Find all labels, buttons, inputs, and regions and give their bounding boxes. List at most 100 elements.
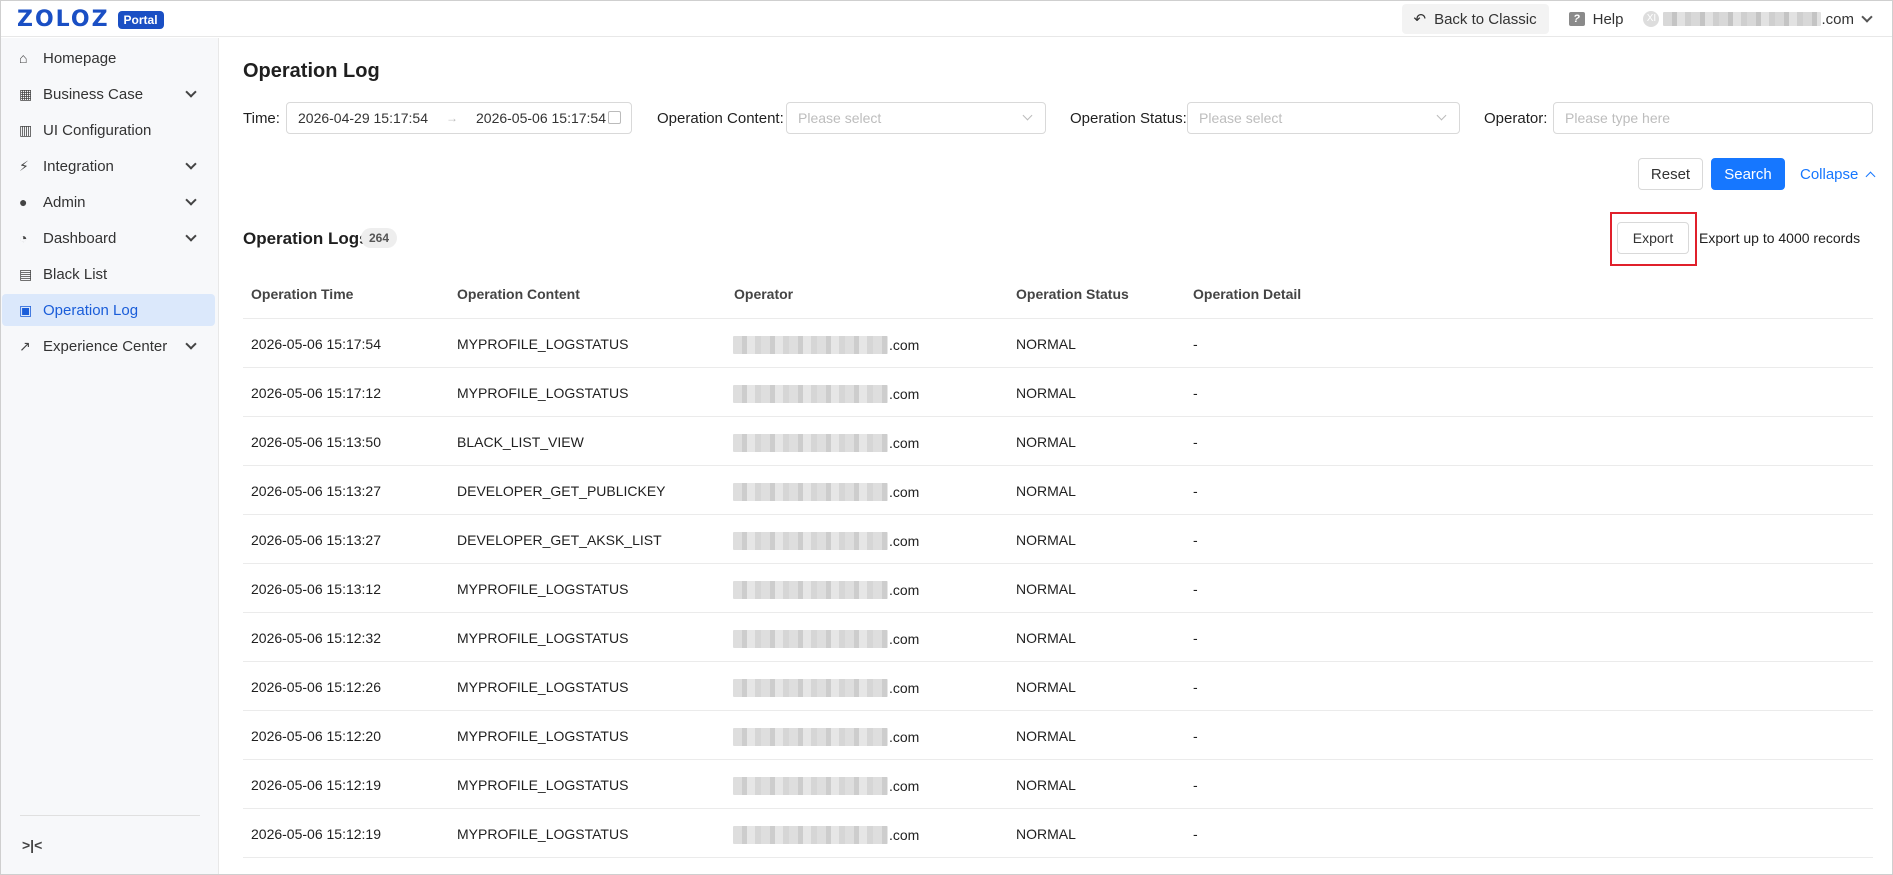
cell-detail: - — [1193, 826, 1198, 842]
cell-status: NORMAL — [1016, 434, 1076, 450]
operator-email-suffix: .com — [889, 631, 920, 647]
chart-icon: ↗ — [19, 338, 31, 354]
column-header-operator[interactable]: Operator — [734, 286, 793, 302]
search-button[interactable]: Search — [1711, 158, 1785, 190]
cell-detail: - — [1193, 434, 1198, 450]
redacted-email — [733, 630, 888, 648]
cell-time: 2026-05-06 15:12:19 — [251, 777, 381, 793]
cell-detail: - — [1193, 336, 1198, 352]
cell-detail: - — [1193, 385, 1198, 401]
portal-badge: Portal — [117, 10, 164, 29]
help-link[interactable]: ? Help — [1568, 10, 1624, 28]
cell-status: NORMAL — [1016, 728, 1076, 744]
cell-status: NORMAL — [1016, 630, 1076, 646]
cell-status: NORMAL — [1016, 483, 1076, 499]
cell-status: NORMAL — [1016, 336, 1076, 352]
redacted-email — [733, 483, 888, 501]
cell-content: MYPROFILE_LOGSTATUS — [457, 581, 629, 597]
chevron-down-icon — [1436, 110, 1447, 121]
sidebar-item-business-case[interactable]: ▦ Business Case — [2, 78, 215, 110]
redacted-email — [733, 728, 888, 746]
cell-operator: .com — [733, 777, 919, 795]
sidebar-item-integration[interactable]: ⚡ Integration — [2, 150, 215, 182]
date-start[interactable]: 2026-04-29 15:17:54 — [298, 110, 428, 126]
chevron-down-icon[interactable] — [185, 158, 197, 170]
cell-time: 2026-05-06 15:13:12 — [251, 581, 381, 597]
redacted-email — [1663, 12, 1822, 26]
sidebar-item-homepage[interactable]: ⌂ Homepage — [2, 42, 215, 74]
cell-time: 2026-05-06 15:13:27 — [251, 483, 381, 499]
redacted-email — [733, 679, 888, 697]
redacted-email — [733, 336, 888, 354]
sidebar-item-label: Experience Center — [43, 337, 168, 355]
date-range-picker[interactable]: 2026-04-29 15:17:54 → 2026-05-06 15:17:5… — [286, 102, 632, 134]
chevron-down-icon — [1022, 110, 1033, 121]
table-row[interactable]: 2026-05-06 15:17:12 MYPROFILE_LOGSTATUS .c… — [243, 368, 1873, 417]
plug-icon: ⚡ — [19, 158, 29, 174]
table-row[interactable]: 2026-05-06 15:13:27 DEVELOPER_GET_PUBLICK… — [243, 466, 1873, 515]
column-header-detail[interactable]: Operation Detail — [1193, 286, 1301, 302]
sidebar-item-experience-center[interactable]: ↗ Experience Center — [2, 330, 215, 362]
table-row[interactable]: 2026-05-06 15:12:32 MYPROFILE_LOGSTATUS .c… — [243, 613, 1873, 662]
operator-email-suffix: .com — [889, 533, 920, 549]
redacted-email — [733, 581, 888, 599]
zoloz-logo[interactable]: ZOLOZ Portal — [17, 7, 164, 32]
date-end[interactable]: 2026-05-06 15:17:54 — [476, 110, 606, 126]
reset-button[interactable]: Reset — [1638, 158, 1703, 190]
cell-content: MYPROFILE_LOGSTATUS — [457, 777, 629, 793]
cell-detail: - — [1193, 532, 1198, 548]
cell-content: MYPROFILE_LOGSTATUS — [457, 679, 629, 695]
table-row[interactable]: 2026-05-06 15:12:26 MYPROFILE_LOGSTATUS .c… — [243, 662, 1873, 711]
chevron-down-icon[interactable] — [185, 86, 197, 98]
sidebar-item-admin[interactable]: ● Admin — [2, 186, 215, 218]
chevron-down-icon[interactable] — [185, 194, 197, 206]
cell-detail: - — [1193, 728, 1198, 744]
chevron-up-icon — [1865, 171, 1876, 182]
cell-operator: .com — [733, 385, 919, 403]
chevron-down-icon[interactable] — [185, 338, 197, 350]
cell-content: BLACK_LIST_VIEW — [457, 434, 584, 450]
cell-content: MYPROFILE_LOGSTATUS — [457, 630, 629, 646]
table-row[interactable]: 2026-05-06 15:17:54 MYPROFILE_LOGSTATUS .c… — [243, 319, 1873, 368]
cell-content: DEVELOPER_GET_AKSK_LIST — [457, 532, 662, 548]
help-icon: ? — [1568, 12, 1585, 26]
operator-email-suffix: .com — [889, 435, 920, 451]
chevron-down-icon[interactable] — [185, 230, 197, 242]
export-limit-note: Export up to 4000 records — [1699, 230, 1861, 246]
cell-time: 2026-05-06 15:13:27 — [251, 532, 381, 548]
column-header-time[interactable]: Operation Time — [251, 286, 353, 302]
cell-status: NORMAL — [1016, 777, 1076, 793]
avatar: XI — [1643, 11, 1660, 27]
table-row[interactable]: 2026-05-06 15:12:19 MYPROFILE_LOGSTATUS .c… — [243, 760, 1873, 809]
operator-input[interactable]: Please type here — [1553, 102, 1873, 134]
table-row[interactable]: 2026-05-06 15:13:12 MYPROFILE_LOGSTATUS .c… — [243, 564, 1873, 613]
cell-status: NORMAL — [1016, 826, 1076, 842]
operation-status-select[interactable]: Please select — [1187, 102, 1460, 134]
operation-content-select[interactable]: Please select — [786, 102, 1046, 134]
sidebar-collapse-toggle[interactable]: >|< — [22, 837, 42, 853]
export-button[interactable]: Export — [1617, 222, 1689, 254]
operator-email-suffix: .com — [889, 386, 920, 402]
sidebar-item-label: Homepage — [43, 49, 117, 67]
table-row[interactable]: 2026-05-06 15:13:27 DEVELOPER_GET_AKSK_LI… — [243, 515, 1873, 564]
collapse-filters-link[interactable]: Collapse — [1800, 166, 1876, 183]
table-row[interactable]: 2026-05-06 15:12:19 MYPROFILE_LOGSTATUS .c… — [243, 809, 1873, 858]
sidebar-item-black-list[interactable]: ▤ Black List — [2, 258, 215, 290]
back-to-classic-button[interactable]: ↶ Back to Classic — [1401, 4, 1549, 34]
undo-icon: ↶ — [1413, 11, 1427, 28]
sidebar-item-ui-configuration[interactable]: ▥ UI Configuration — [2, 114, 215, 146]
cell-operator: .com — [733, 532, 919, 550]
column-header-status[interactable]: Operation Status — [1016, 286, 1129, 302]
cell-content: MYPROFILE_LOGSTATUS — [457, 728, 629, 744]
user-menu[interactable]: XI .com — [1643, 11, 1873, 28]
column-header-content[interactable]: Operation Content — [457, 286, 580, 302]
sidebar-item-label: Integration — [43, 157, 114, 175]
cell-operator: .com — [733, 483, 919, 501]
sidebar-item-operation-log[interactable]: ▣ Operation Log — [2, 294, 215, 326]
help-label: Help — [1592, 10, 1624, 28]
sidebar-item-label: Business Case — [43, 85, 144, 103]
table-row[interactable]: 2026-05-06 15:13:50 BLACK_LIST_VIEW .com NO… — [243, 417, 1873, 466]
cell-detail: - — [1193, 777, 1198, 793]
table-row[interactable]: 2026-05-06 15:12:20 MYPROFILE_LOGSTATUS .c… — [243, 711, 1873, 760]
sidebar-item-dashboard[interactable]: ◔ Dashboard — [2, 222, 215, 254]
